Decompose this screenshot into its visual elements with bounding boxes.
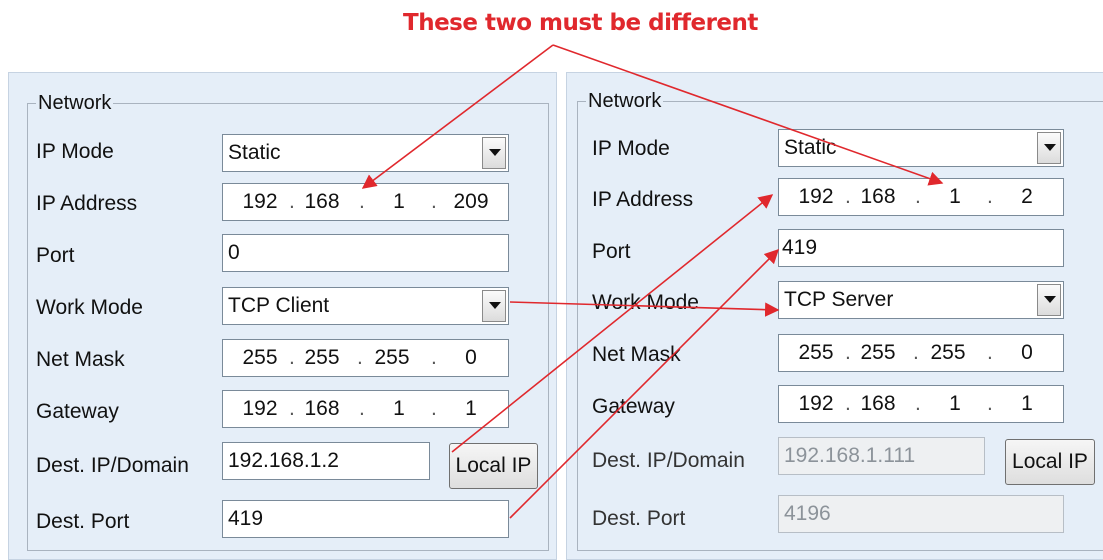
arrow-to-right-ip [552,44,944,186]
arrow-work-mode [509,301,780,317]
arrow-dest-port-to-port [509,248,780,519]
arrow-to-left-ip [361,44,554,189]
arrow-dest-ip-to-ip [451,194,774,453]
annotation-arrows [361,44,944,519]
